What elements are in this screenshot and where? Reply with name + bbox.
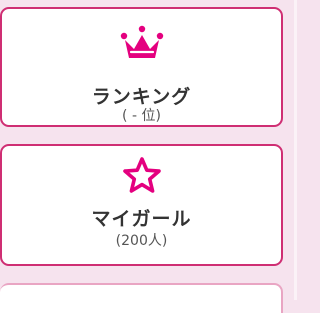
my-girl-count: (200人) [115, 233, 168, 249]
ranking-position: ( - 位) [122, 108, 161, 124]
ranking-button[interactable]: ランキング ( - 位) [0, 7, 283, 127]
crown-icon [2, 25, 281, 63]
star-icon [2, 156, 281, 194]
background-stripe [294, 0, 297, 300]
my-girl-title: マイガール [91, 208, 192, 230]
my-girl-button[interactable]: マイガール (200人) [0, 144, 283, 266]
next-menu-card[interactable] [0, 283, 283, 313]
